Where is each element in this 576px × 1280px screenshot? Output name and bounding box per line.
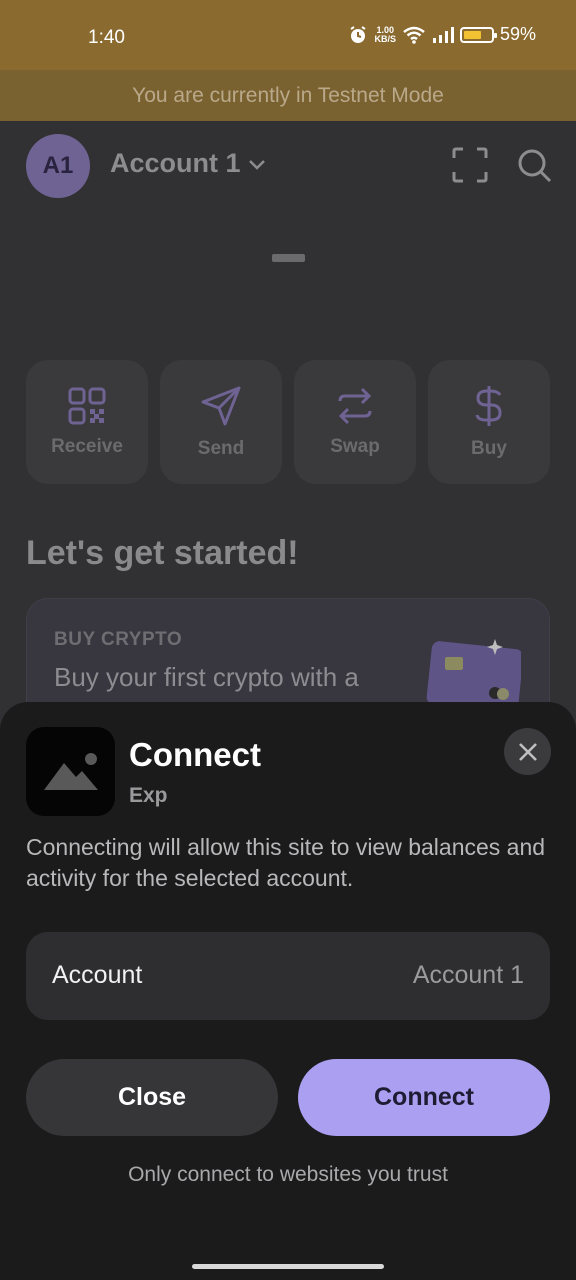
sheet-title: Connect [129,736,261,773]
wallet-header: A1 Account 1 [0,121,576,211]
account-selector[interactable]: Account 1 [110,148,267,179]
home-indicator[interactable] [192,1264,384,1269]
trust-notice: Only connect to websites you trust [128,1163,448,1186]
wifi-icon [403,26,425,44]
testnet-banner: You are currently in Testnet Mode [0,70,576,121]
site-icon [26,727,115,816]
status-bar: 1:40 1.00 KB/S 59% [0,0,576,70]
send-button[interactable]: Send [160,360,282,484]
account-row[interactable]: Account Account 1 [26,932,550,1020]
alarm-icon [350,25,367,43]
close-sheet-button[interactable] [504,728,551,775]
close-button[interactable]: Close [26,1059,278,1136]
swap-label: Swap [330,436,380,457]
avatar[interactable]: A1 [26,134,90,198]
connect-sheet: Connect Exp Connecting will allow this s… [0,702,576,1280]
close-icon [518,742,537,761]
swap-button[interactable]: Swap [294,360,416,484]
status-time: 1:40 [88,27,125,48]
credit-card-illustration [426,639,521,709]
buy-label: Buy [471,438,507,459]
chevron-down-icon [248,159,265,170]
swap-icon [338,387,372,425]
status-icons: 1.00 KB/S 59% [348,24,536,45]
account-name: Account 1 [110,148,241,178]
connect-description: Connecting will allow this site to view … [26,834,546,891]
send-label: Send [197,438,245,459]
search-icon[interactable] [516,147,552,183]
receive-button[interactable]: Receive [26,360,148,484]
account-row-label: Account [52,961,143,989]
image-icon [44,753,98,790]
dollar-icon [475,386,502,426]
battery-icon [459,26,497,43]
onboarding-heading: Let's get started! [26,534,299,572]
action-row: Receive Send Swap Buy [26,360,550,484]
send-icon [201,386,241,426]
network-speed: 1.00 KB/S [374,25,396,44]
account-row-value: Account 1 [412,961,524,989]
battery-percent: 59% [499,24,536,44]
signal-icon [432,26,454,43]
card-text: Buy your first crypto with a [54,662,359,692]
card-eyebrow: BUY CRYPTO [54,629,183,650]
receive-label: Receive [51,436,123,457]
scan-icon[interactable] [452,147,488,183]
connect-button[interactable]: Connect [298,1059,550,1136]
buy-button[interactable]: Buy [428,360,550,484]
screen: 1:40 1.00 KB/S 59% You are currently in … [0,0,576,1280]
network-speed-unit: KB/S [374,33,396,44]
qr-code-icon [68,387,106,425]
site-name: Exp [129,784,168,807]
balance-placeholder [272,254,305,262]
